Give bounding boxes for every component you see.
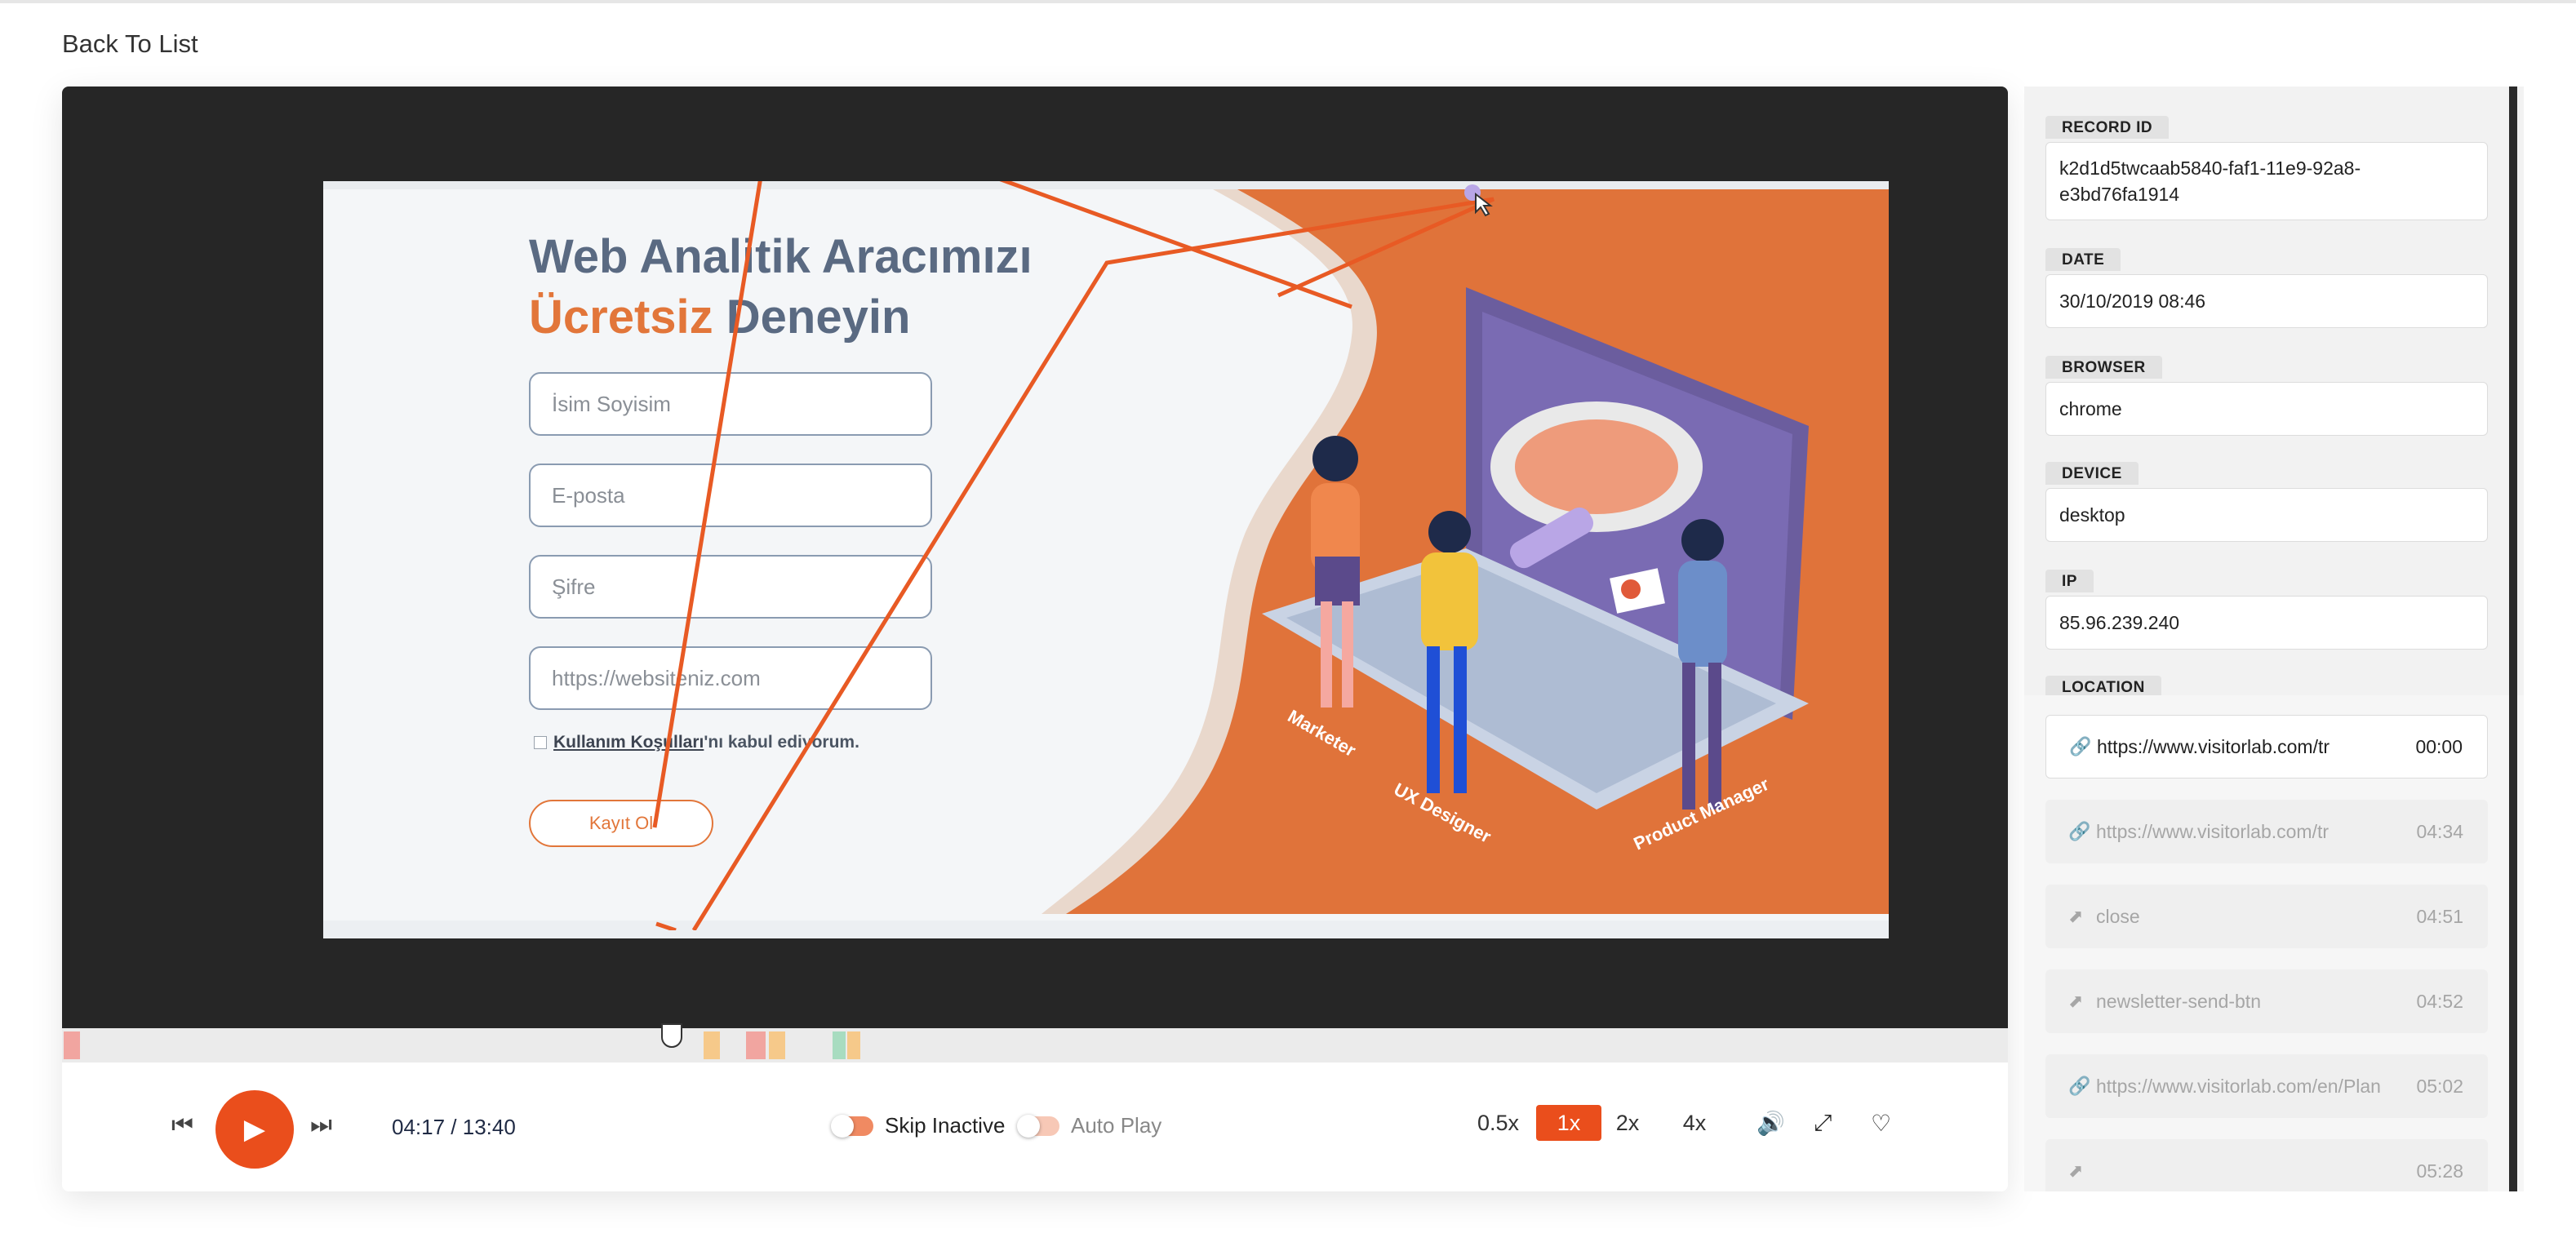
device-label: DEVICE	[2045, 462, 2139, 485]
playback-time: 04:17 / 13:40	[392, 1115, 516, 1139]
skip-forward-icon[interactable]: ⏭	[310, 1111, 332, 1139]
date-label: DATE	[2045, 248, 2121, 271]
timeline-marker	[769, 1031, 785, 1059]
cursor-icon: ⬈	[2068, 1160, 2084, 1181]
timeline-marker	[746, 1031, 766, 1059]
event-item[interactable]: 🔗 https://www.visitorlab.com/en/Plan 05:…	[2045, 1054, 2488, 1118]
link-icon: 🔗	[2068, 821, 2091, 841]
replay-stage: Marketer UX Designer Product Manager Web…	[62, 87, 2008, 1028]
play-icon: ▶	[243, 1114, 266, 1145]
speed-0-5x-button[interactable]: 0.5x	[1469, 1105, 1527, 1141]
timeline-marker	[833, 1031, 846, 1059]
fullscreen-icon[interactable]: ⤢	[1814, 1110, 1832, 1137]
event-label: https://www.visitorlab.com/en/Plan	[2096, 1075, 2381, 1097]
event-time: 04:52	[2416, 990, 2463, 1012]
auto-play-label: Auto Play	[1071, 1113, 1162, 1138]
timeline-marker	[847, 1031, 860, 1059]
hero-title-line1: Web Analitik Aracımızı	[529, 230, 1033, 283]
player-controls: ⏮ ▶ ⏭ 04:17 / 13:40 Skip Inactive Auto P…	[62, 1062, 2008, 1191]
link-icon: 🔗	[2069, 736, 2092, 756]
skip-inactive-switch[interactable]	[831, 1114, 873, 1138]
password-field: Şifre	[529, 555, 932, 619]
skip-inactive-toggle[interactable]: Skip Inactive	[831, 1113, 1006, 1138]
top-divider	[0, 0, 2576, 3]
date-value: 30/10/2019 08:46	[2045, 274, 2488, 328]
terms-text: 'nı kabul ediyorum.	[704, 733, 859, 752]
timeline-scrubber-handle[interactable]	[661, 1023, 682, 1048]
event-item[interactable]: ⬈ newsletter-send-btn 04:52	[2045, 969, 2488, 1033]
event-time: 04:34	[2416, 820, 2463, 842]
timeline-marker	[64, 1031, 80, 1059]
heart-icon[interactable]: ♡	[1871, 1110, 1891, 1137]
event-label: https://www.visitorlab.com/tr	[2097, 735, 2330, 757]
frame-bottom-bar	[323, 921, 1889, 938]
terms-checkbox-row: Kullanım Koşulları'nı kabul ediyorum.	[534, 733, 859, 752]
cursor-icon: ⬈	[2068, 906, 2084, 926]
event-label: https://www.visitorlab.com/tr	[2096, 820, 2330, 842]
ip-label: IP	[2045, 570, 2094, 592]
link-icon: 🔗	[2068, 1076, 2091, 1096]
record-id-value: k2d1d5twcaab5840-faf1-11e9-92a8-e3bd76fa…	[2045, 142, 2488, 220]
speed-2x-button[interactable]: 2x	[1603, 1105, 1652, 1141]
browser-value: chrome	[2045, 382, 2488, 436]
record-id-label: RECORD ID	[2045, 116, 2170, 139]
terms-link: Kullanım Koşulları	[553, 733, 704, 752]
panel-scrollbar[interactable]	[2509, 87, 2517, 1191]
event-time: 00:00	[2415, 735, 2463, 757]
terms-checkbox	[534, 736, 547, 750]
name-field: İsim Soyisim	[529, 372, 932, 436]
speed-1x-button[interactable]: 1x	[1536, 1105, 1601, 1141]
hero-title: Web Analitik Aracımızı Ücretsiz Deneyin	[529, 227, 1033, 348]
skip-back-icon[interactable]: ⏮	[171, 1111, 193, 1139]
event-time: 05:02	[2416, 1075, 2463, 1097]
session-details-panel: RECORD ID k2d1d5twcaab5840-faf1-11e9-92a…	[2024, 87, 2524, 1191]
event-label: close	[2096, 905, 2140, 927]
event-list: 🔗 https://www.visitorlab.com/tr 00:00 🔗 …	[2024, 695, 2524, 1191]
auto-play-switch[interactable]	[1017, 1114, 1059, 1138]
event-item[interactable]: 🔗 https://www.visitorlab.com/tr 04:34	[2045, 800, 2488, 863]
session-timeline[interactable]	[62, 1028, 2008, 1062]
session-player: Marketer UX Designer Product Manager Web…	[62, 87, 2008, 1191]
signup-submit-button: Kayıt Ol	[529, 800, 713, 847]
event-label: newsletter-send-btn	[2096, 990, 2261, 1012]
hero-title-highlight: Ücretsiz	[529, 291, 713, 344]
cursor-icon: ⬈	[2068, 991, 2084, 1011]
browser-label: BROWSER	[2045, 356, 2162, 379]
email-field: E-posta	[529, 464, 932, 527]
event-item[interactable]: ⬈ 05:28	[2045, 1139, 2488, 1191]
device-value: desktop	[2045, 488, 2488, 542]
event-item[interactable]: ⬈ close 04:51	[2045, 885, 2488, 948]
speed-4x-button[interactable]: 4x	[1670, 1105, 1719, 1141]
auto-play-toggle[interactable]: Auto Play	[1017, 1113, 1162, 1138]
event-time: 04:51	[2416, 905, 2463, 927]
website-field: https://websiteniz.com	[529, 646, 932, 710]
ip-value: 85.96.239.240	[2045, 596, 2488, 650]
timeline-marker	[704, 1031, 720, 1059]
event-time: 05:28	[2416, 1160, 2463, 1182]
hero-title-rest: Deneyin	[713, 291, 911, 344]
volume-icon[interactable]: 🔊	[1757, 1110, 1785, 1137]
play-button[interactable]: ▶	[215, 1090, 294, 1169]
event-item[interactable]: 🔗 https://www.visitorlab.com/tr 00:00	[2045, 715, 2488, 779]
skip-inactive-label: Skip Inactive	[885, 1113, 1006, 1138]
recorded-page-frame: Marketer UX Designer Product Manager Web…	[323, 181, 1889, 938]
back-to-list-link[interactable]: Back To List	[62, 29, 198, 59]
